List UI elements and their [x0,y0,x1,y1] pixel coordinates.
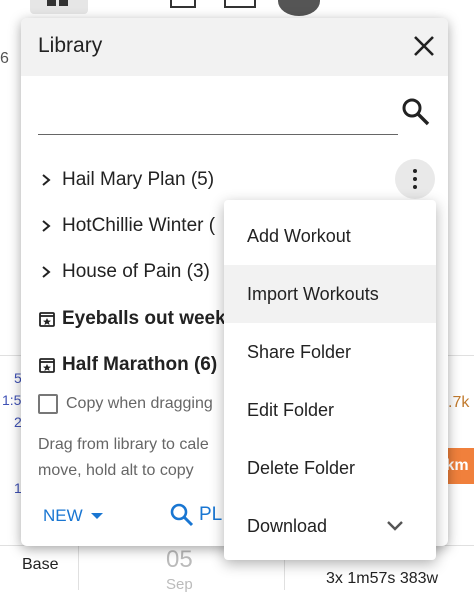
menu-item-add-workout[interactable]: Add Workout [224,207,436,265]
chevron-right-icon [38,264,58,280]
book-icon[interactable] [224,0,256,8]
menu-item-download-label: Download [247,515,328,536]
date-number: 05 [166,546,193,573]
menu-item-delete-folder[interactable]: Delete Folder [224,439,436,497]
search-icon [402,98,430,126]
workout-summary: 3x 1m57s 383w [326,570,439,587]
folder-label: HotChillie Winter ( [62,215,216,236]
plan-button-label: PL [199,504,223,525]
close-button[interactable] [410,32,438,60]
chevron-right-icon [38,218,58,234]
dropdown-caret-icon [90,513,103,519]
search-button[interactable] [400,96,432,128]
menu-item-edit-folder[interactable]: Edit Folder [224,381,436,439]
search-input[interactable] [38,94,398,135]
calendar-fragment: 1:5 [2,392,22,408]
drag-hint: Drag from library to cale move, hold alt… [38,432,248,484]
menu-item-download[interactable]: Download [224,497,436,555]
new-button[interactable]: NEW [43,506,103,526]
close-icon [414,36,434,56]
menu-item-import-workouts[interactable]: Import Workouts [224,265,436,323]
plan-label: Half Marathon (6) [62,354,218,375]
folder-item[interactable]: Hail Mary Plan (5) [38,165,214,195]
copy-when-dragging-row: Copy when dragging [38,394,213,414]
new-label: NEW [43,506,83,525]
chevron-right-icon [38,172,58,188]
calendar-star-icon [38,356,58,374]
search-icon [170,503,194,527]
base-label: Base [22,556,59,573]
plan-button[interactable]: PL [169,502,222,528]
dialog-title: Library [38,34,103,57]
dialog-header: Library [21,18,448,76]
folder-context-menu: Add Workout Import Workouts Share Folder… [224,200,436,560]
calendar-star-icon [38,310,58,328]
plan-item[interactable]: Eyeballs out week [38,304,226,334]
copy-when-dragging-label: Copy when dragging [66,395,213,412]
plan-label: Eyeballs out week [62,308,226,329]
date-month: Sep [166,576,193,593]
folder-item[interactable]: HotChillie Winter ( [38,211,215,241]
divider [78,545,79,590]
calendar-icon[interactable] [170,0,196,8]
calendar-fragment: 6 [0,50,9,67]
more-options-button[interactable] [395,159,435,199]
plan-item[interactable]: Half Marathon (6) [38,350,217,380]
folder-label: House of Pain (3) [62,261,210,282]
copy-when-dragging-checkbox[interactable] [38,394,58,414]
folder-label: Hail Mary Plan (5) [62,169,215,190]
apps-grid-icon[interactable] [30,0,88,14]
distance-fragment: .7k [448,394,470,411]
drag-hint-line: Drag from library to cale [38,436,209,453]
drag-hint-line: move, hold alt to copy [38,462,194,479]
chevron-down-icon [387,521,403,531]
folder-item[interactable]: House of Pain (3) [38,257,210,287]
menu-item-share-folder[interactable]: Share Folder [224,323,436,381]
search-bar [38,90,438,136]
